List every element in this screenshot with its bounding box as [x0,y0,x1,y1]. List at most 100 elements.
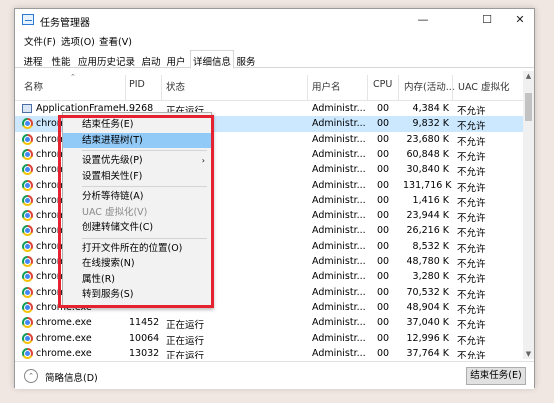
column-name[interactable]: 名称 [24,79,43,93]
column-divider[interactable] [367,75,368,101]
menu-file[interactable]: 文件(F) [24,34,56,48]
table-row[interactable]: chrome.exe 10064 正在运行 Administr... 00 12,996 … [15,331,525,347]
process-memory: 8,532 K [412,240,449,252]
process-uac: 不允许 [457,136,486,148]
column-divider[interactable] [307,75,308,101]
process-uac: 不允许 [457,106,486,117]
chrome-icon [22,194,33,206]
vertical-scrollbar[interactable]: ▲ ▼ [523,71,534,359]
title-bar[interactable]: 任务管理器 — ☐ ✕ [15,9,534,31]
task-manager-icon [22,14,34,25]
chrome-icon [22,210,33,222]
process-name: chrome.exe [36,347,92,359]
scroll-thumb[interactable] [525,93,532,121]
chrome-icon [22,271,33,283]
process-uac: 不允许 [457,335,486,347]
tab-services[interactable]: 服务 [233,52,259,68]
process-name: chrome.exe [36,332,92,344]
process-memory: 48,780 K [406,256,450,267]
column-pid[interactable]: PID [129,79,145,90]
process-user: Administr... [312,317,366,329]
process-memory: 60,848 K [406,148,450,160]
minimize-button[interactable]: — [407,9,439,31]
tab-users[interactable]: 用户 [163,52,189,68]
process-cpu: 00 [377,271,390,283]
process-memory: 131,716 K [403,179,452,191]
column-memory[interactable]: 内存(活动... [404,79,455,93]
process-cpu: 00 [377,210,390,222]
process-cpu: 00 [377,240,390,252]
process-user: Administr... [312,271,366,283]
process-memory: 37,764 K [406,347,450,359]
process-user: Administr... [312,301,366,313]
chrome-icon [22,225,33,237]
column-divider[interactable] [161,75,162,101]
process-pid: 13032 [129,347,160,359]
window-title: 任务管理器 [40,18,90,29]
collapse-icon[interactable]: ⌃ [24,369,38,383]
tab-bar: 进程 性能 应用历史记录 启动 用户 详细信息 服务 [15,49,534,69]
column-uac[interactable]: UAC 虚拟化 [458,79,509,93]
tab-details[interactable]: 详细信息 [190,50,234,69]
tab-app-history[interactable]: 应用历史记录 [75,52,138,68]
column-divider[interactable] [125,75,126,101]
process-uac: 不允许 [457,121,486,133]
process-user: Administr... [312,332,366,344]
chrome-icon [22,286,33,298]
process-cpu: 00 [377,301,390,313]
process-cpu: 00 [377,148,390,160]
close-button[interactable]: ✕ [504,9,536,31]
process-user: Administr... [312,194,366,206]
tab-performance[interactable]: 性能 [48,52,74,68]
scroll-down-icon[interactable]: ▼ [523,350,534,358]
process-cpu: 00 [377,133,390,145]
process-status: 正在运行 [166,350,205,359]
process-uac: 不允许 [457,243,486,255]
process-uac: 不允许 [457,182,486,194]
process-user: Administr... [312,118,366,130]
process-cpu: 00 [377,332,390,344]
sort-ascending-icon: ⌃ [70,73,76,81]
column-header: ⌃ 名称 PID 状态 用户名 CPU 内存(活动... UAC 虚拟化 [15,71,534,101]
column-username[interactable]: 用户名 [312,79,341,93]
column-divider[interactable] [398,75,399,101]
process-status: 正在运行 [166,335,205,347]
process-uac: 不允许 [457,350,486,359]
menu-options[interactable]: 选项(O) [61,34,95,48]
table-row[interactable]: chrome.exe 11452 正在运行 Administr... 00 37,040 … [15,315,525,332]
menu-bar: 文件(F) 选项(O) 查看(V) [15,32,534,49]
column-divider[interactable] [452,75,453,101]
process-user: Administr... [312,210,366,222]
process-cpu: 00 [377,286,390,298]
chrome-icon [22,179,33,191]
chrome-icon [22,240,33,252]
column-status[interactable]: 状态 [166,79,185,93]
process-cpu: 00 [377,118,390,130]
end-task-button[interactable]: 结束任务(E) [466,367,526,385]
process-pid: 10064 [129,332,160,344]
tab-processes[interactable]: 进程 [20,52,46,68]
scroll-up-icon[interactable]: ▲ [523,72,534,80]
process-status: 正在运行 [166,320,205,332]
process-uac: 不允许 [457,320,486,332]
column-cpu[interactable]: CPU [373,79,392,90]
process-cpu: 00 [377,194,390,206]
process-memory: 26,216 K [406,225,450,237]
process-cpu: 00 [377,103,390,114]
highlight-annotation-box [58,115,214,308]
menu-view[interactable]: 查看(V) [99,34,132,48]
process-memory: 3,280 K [412,271,449,283]
table-row[interactable]: chrome.exe 13032 正在运行 Administr... 00 37,764 … [15,346,525,359]
process-memory: 48,904 K [406,301,450,313]
footer-bar: ⌃ 简略信息(D) 结束任务(E) [15,361,534,389]
process-uac: 不允许 [457,213,486,225]
process-memory: 23,944 K [406,210,450,222]
process-user: Administr... [312,103,366,114]
fewer-details-link[interactable]: 简略信息(D) [45,370,98,384]
chrome-icon [22,347,33,359]
exe-icon [22,104,32,113]
maximize-button[interactable]: ☐ [471,9,503,31]
tab-startup[interactable]: 启动 [138,52,164,68]
process-uac: 不允许 [457,197,486,209]
process-uac: 不允许 [457,274,486,286]
